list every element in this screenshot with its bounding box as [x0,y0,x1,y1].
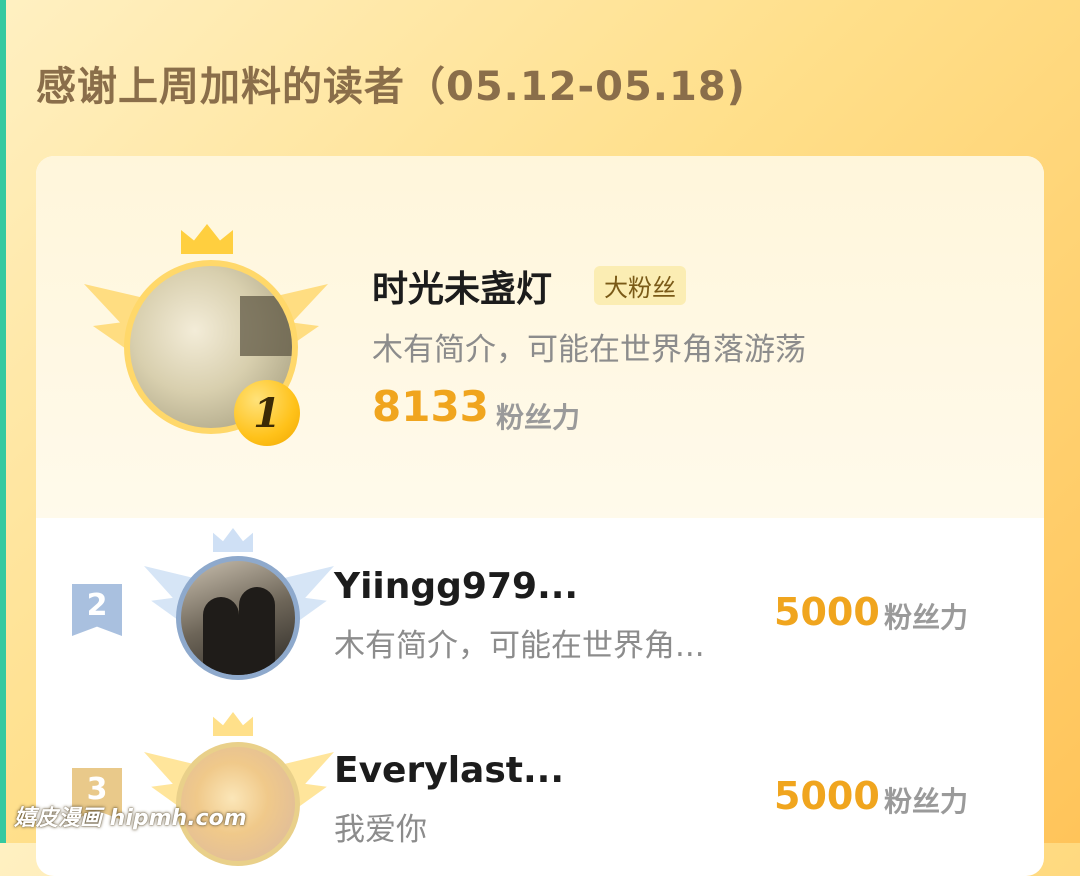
reader-name[interactable]: Yiingg979... [334,566,578,607]
fan-level-badge: 大粉丝 [594,266,686,305]
crown-icon [213,528,253,552]
fan-power-value: 5000 [774,590,880,634]
avatar[interactable] [176,556,300,680]
rank-1-medal: 1 [234,380,300,446]
reader-bio: 木有简介，可能在世界角落游荡 [372,332,806,368]
site-watermark: 嬉皮漫画 hipmh.com [14,806,247,831]
fan-power-unit: 粉丝力 [496,401,581,434]
page-title: 感谢上周加料的读者（05.12-05.18) [36,64,746,110]
fan-power-value: 8133 [372,382,489,431]
reader-name[interactable]: Everylast... [334,750,564,791]
reader-bio: 木有简介，可能在世界角... [334,628,705,664]
top-reader-entry[interactable]: 1 时光未盏灯 大粉丝 木有简介，可能在世界角落游荡 8133 粉丝力 [36,156,1044,518]
leaderboard-card: 1 时光未盏灯 大粉丝 木有简介，可能在世界角落游荡 8133 粉丝力 2 Yi… [36,156,1044,876]
avatar-figure-left [203,597,239,675]
reader-name[interactable]: 时光未盏灯 [372,260,552,312]
left-edge-strip [0,0,6,843]
fan-power-unit: 粉丝力 [884,785,969,818]
crown-icon [181,224,233,254]
reader-bio: 我爱你 [334,812,427,848]
rank-ribbon: 2 [72,584,122,636]
avatar-background-shape [240,296,292,356]
avatar-figure-right [239,587,275,675]
fan-power-unit: 粉丝力 [884,601,969,634]
fan-power-value: 5000 [774,774,880,818]
crown-icon [213,712,253,736]
